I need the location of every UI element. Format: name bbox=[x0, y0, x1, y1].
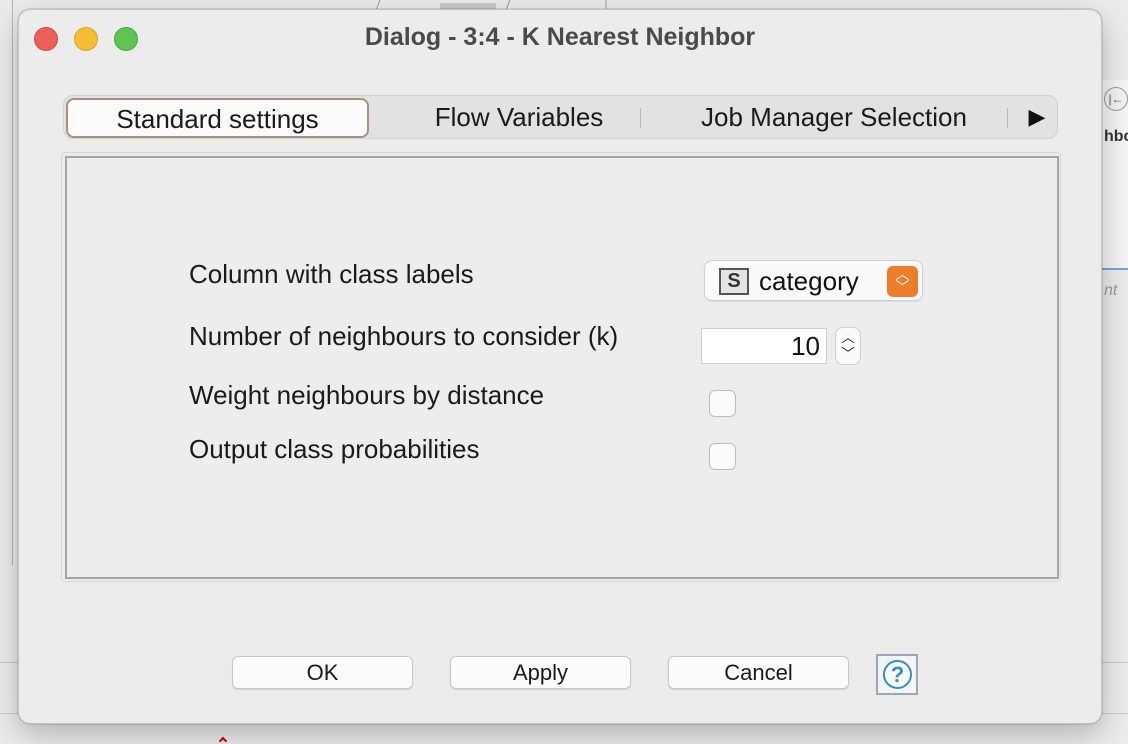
output-prob-checkbox[interactable] bbox=[709, 443, 736, 470]
k-input[interactable]: 10 bbox=[701, 328, 827, 364]
string-type-icon: S bbox=[719, 268, 749, 295]
window-title: Dialog - 3:4 - K Nearest Neighbor bbox=[364, 23, 756, 51]
warning-mark-icon bbox=[218, 736, 228, 744]
help-button[interactable]: ? bbox=[876, 654, 918, 695]
tab-job-manager-selection[interactable]: Job Manager Selection bbox=[664, 96, 1004, 138]
settings-panel bbox=[65, 156, 1059, 579]
stepper-down-icon[interactable]: ﹀ bbox=[836, 346, 860, 364]
k-label: Number of neighbours to consider (k) bbox=[189, 321, 619, 351]
knn-dialog: Dialog - 3:4 - K Nearest Neighbor Standa… bbox=[18, 9, 1102, 724]
class-column-label: Column with class labels bbox=[189, 259, 474, 289]
cancel-button[interactable]: Cancel bbox=[668, 656, 849, 689]
tab-bar: Standard settings Flow Variables Job Man… bbox=[63, 95, 1058, 139]
tab-separator bbox=[640, 108, 641, 128]
chevron-up-down-icon: ︿ ﹀ bbox=[887, 266, 918, 297]
tab-standard-settings[interactable]: Standard settings bbox=[66, 98, 369, 138]
class-column-value: category bbox=[759, 266, 859, 296]
collapse-icon[interactable]: |← bbox=[1104, 87, 1128, 111]
apply-button[interactable]: Apply bbox=[450, 656, 631, 689]
background-node-label: hbc bbox=[1104, 128, 1128, 145]
background-divider bbox=[12, 0, 13, 565]
k-stepper[interactable]: ︿ ﹀ bbox=[835, 327, 861, 365]
tab-separator bbox=[1007, 108, 1008, 128]
tab-flow-variables[interactable]: Flow Variables bbox=[384, 96, 654, 138]
ok-button[interactable]: OK bbox=[232, 656, 413, 689]
weight-label: Weight neighbours by distance bbox=[189, 380, 545, 410]
help-icon: ? bbox=[883, 660, 912, 689]
tabs-overflow-arrow-icon[interactable]: ▶ bbox=[1022, 96, 1052, 138]
output-prob-label: Output class probabilities bbox=[189, 434, 480, 464]
class-column-select[interactable]: S category ︿ ﹀ bbox=[704, 260, 923, 301]
title-bar[interactable]: Dialog - 3:4 - K Nearest Neighbor bbox=[19, 10, 1101, 66]
weight-checkbox[interactable] bbox=[709, 390, 736, 417]
background-node-status: nt bbox=[1104, 282, 1118, 299]
stepper-up-icon[interactable]: ︿ bbox=[836, 328, 860, 346]
